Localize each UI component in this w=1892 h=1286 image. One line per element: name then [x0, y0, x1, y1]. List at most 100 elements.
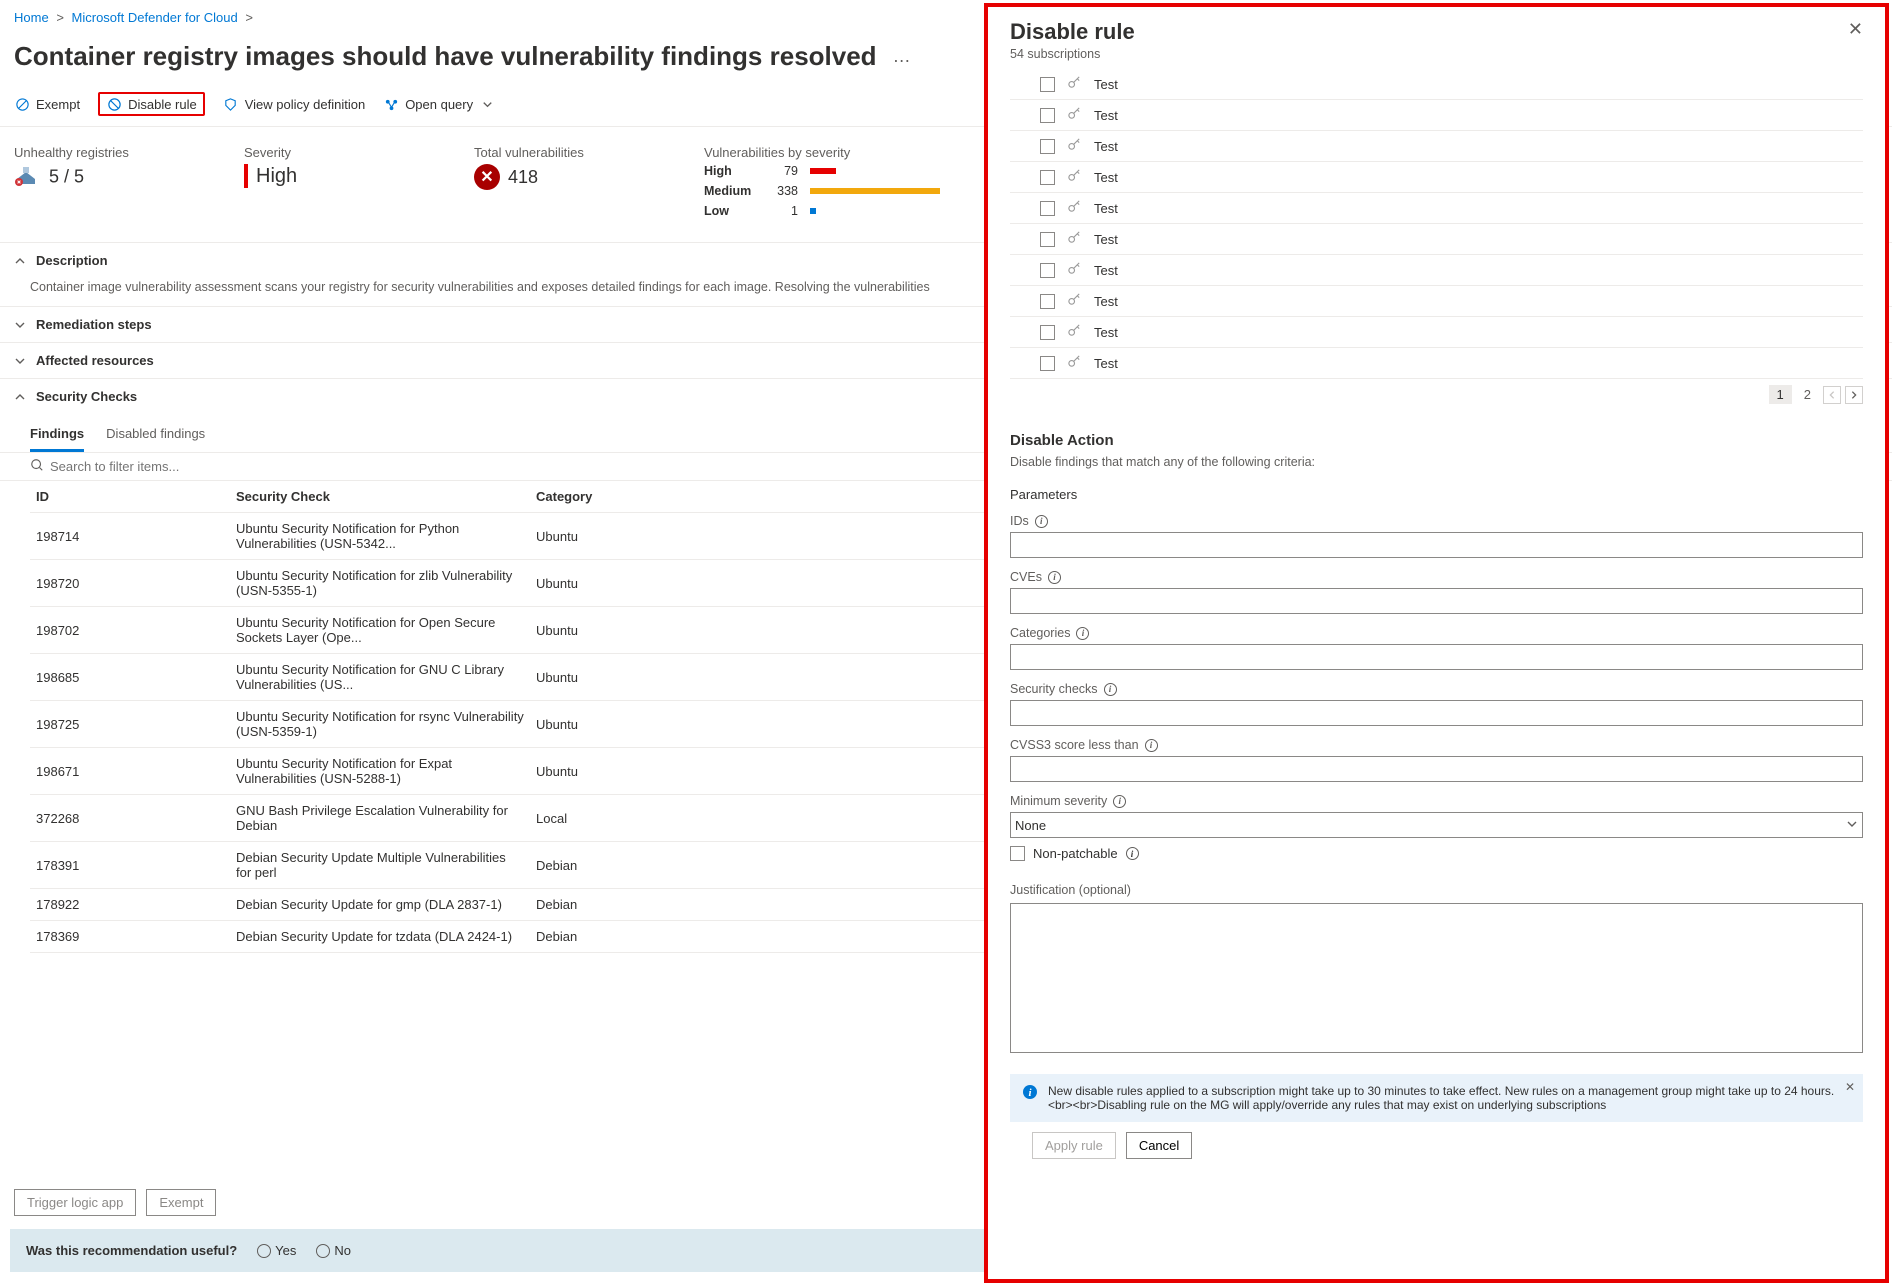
feedback-no[interactable]: No	[316, 1243, 351, 1258]
checkbox-icon[interactable]	[1040, 263, 1055, 278]
dismiss-icon[interactable]: ✕	[1845, 1080, 1855, 1094]
apply-rule-button[interactable]: Apply rule	[1032, 1132, 1116, 1159]
ids-input[interactable]	[1010, 532, 1863, 558]
info-icon[interactable]: i	[1076, 627, 1089, 640]
view-policy-label: View policy definition	[245, 97, 365, 112]
security-checks-title: Security Checks	[36, 389, 137, 404]
open-query-button[interactable]: Open query	[383, 96, 495, 112]
info-icon[interactable]: i	[1145, 739, 1158, 752]
tab-findings[interactable]: Findings	[30, 420, 84, 452]
panel-subtitle: 54 subscriptions	[1010, 47, 1135, 61]
checkbox-icon[interactable]	[1040, 356, 1055, 371]
high-count: 79	[768, 164, 798, 178]
chevron-right-icon: >	[245, 10, 253, 25]
info-icon[interactable]: i	[1113, 795, 1126, 808]
subscription-name: Test	[1094, 263, 1118, 278]
key-icon	[1067, 168, 1082, 186]
cves-input[interactable]	[1010, 588, 1863, 614]
subscription-name: Test	[1094, 170, 1118, 185]
table-cell: Ubuntu Security Notification for rsync V…	[230, 701, 530, 748]
info-text: New disable rules applied to a subscript…	[1048, 1084, 1851, 1112]
chevron-down-icon	[1846, 818, 1858, 833]
subscription-name: Test	[1094, 139, 1118, 154]
subscription-name: Test	[1094, 108, 1118, 123]
high-bar	[810, 168, 836, 174]
more-actions-button[interactable]: …	[893, 46, 913, 67]
cancel-button[interactable]: Cancel	[1126, 1132, 1192, 1159]
categories-input[interactable]	[1010, 644, 1863, 670]
subscription-row[interactable]: Test	[1010, 317, 1863, 348]
feedback-yes[interactable]: Yes	[257, 1243, 296, 1258]
query-icon	[383, 96, 399, 112]
exempt-button[interactable]: Exempt	[14, 96, 80, 112]
unhealthy-label: Unhealthy registries	[14, 145, 164, 160]
breadcrumb-defender[interactable]: Microsoft Defender for Cloud	[72, 10, 238, 25]
subscription-row[interactable]: Test	[1010, 286, 1863, 317]
table-cell: 198702	[30, 607, 230, 654]
table-cell: 198671	[30, 748, 230, 795]
col-id[interactable]: ID	[30, 481, 230, 513]
medium-count: 338	[768, 184, 798, 198]
subscription-row[interactable]: Test	[1010, 255, 1863, 286]
checkbox-icon[interactable]	[1010, 846, 1025, 861]
table-cell: Debian Security Update for gmp (DLA 2837…	[230, 889, 530, 921]
checkbox-icon[interactable]	[1040, 325, 1055, 340]
checkbox-icon[interactable]	[1040, 294, 1055, 309]
error-circle-icon: ✕	[474, 164, 500, 190]
subscription-row[interactable]: Test	[1010, 162, 1863, 193]
breadcrumb-home[interactable]: Home	[14, 10, 49, 25]
subscription-name: Test	[1094, 77, 1118, 92]
radio-icon	[316, 1244, 330, 1258]
page-2[interactable]: 2	[1796, 385, 1819, 404]
cvss-label: CVSS3 score less thani	[1010, 738, 1863, 752]
metric-severity: Severity High	[244, 145, 394, 224]
table-cell: GNU Bash Privilege Escalation Vulnerabil…	[230, 795, 530, 842]
checkbox-icon[interactable]	[1040, 108, 1055, 123]
block-icon	[106, 96, 122, 112]
checkbox-icon[interactable]	[1040, 170, 1055, 185]
min-severity-select[interactable]: None	[1010, 812, 1863, 838]
checkbox-icon[interactable]	[1040, 201, 1055, 216]
checkbox-icon[interactable]	[1040, 77, 1055, 92]
vsev-medium-row: Medium 338	[704, 184, 940, 198]
metric-vuln-by-severity: Vulnerabilities by severity High 79 Medi…	[704, 145, 940, 224]
subscription-row[interactable]: Test	[1010, 224, 1863, 255]
table-cell: 178369	[30, 921, 230, 953]
checkbox-icon[interactable]	[1040, 139, 1055, 154]
col-security-check[interactable]: Security Check	[230, 481, 530, 513]
next-page-icon[interactable]	[1845, 386, 1863, 404]
total-label: Total vulnerabilities	[474, 145, 624, 160]
page-1[interactable]: 1	[1769, 385, 1792, 404]
view-policy-button[interactable]: View policy definition	[223, 96, 365, 112]
trigger-logic-app-button[interactable]: Trigger logic app	[14, 1189, 136, 1216]
disable-rule-button[interactable]: Disable rule	[98, 92, 205, 116]
description-title: Description	[36, 253, 108, 268]
security-checks-input[interactable]	[1010, 700, 1863, 726]
info-icon[interactable]: i	[1126, 847, 1139, 860]
info-icon[interactable]: i	[1104, 683, 1117, 696]
subscription-row[interactable]: Test	[1010, 193, 1863, 224]
subscription-row[interactable]: Test	[1010, 100, 1863, 131]
info-icon[interactable]: i	[1035, 515, 1048, 528]
subscription-row[interactable]: Test	[1010, 69, 1863, 100]
info-icon[interactable]: i	[1048, 571, 1061, 584]
pager: 1 2	[1010, 379, 1863, 418]
low-count: 1	[768, 204, 798, 218]
search-input[interactable]	[50, 459, 350, 474]
justification-textarea[interactable]	[1010, 903, 1863, 1053]
shield-slash-icon	[14, 96, 30, 112]
key-icon	[1067, 199, 1082, 217]
non-patchable-row[interactable]: Non-patchable i	[1010, 846, 1863, 861]
subscription-row[interactable]: Test	[1010, 348, 1863, 379]
subscription-row[interactable]: Test	[1010, 131, 1863, 162]
tab-disabled-findings[interactable]: Disabled findings	[106, 420, 205, 452]
prev-page-icon[interactable]	[1823, 386, 1841, 404]
close-icon[interactable]: ✕	[1848, 19, 1863, 40]
exempt-bottom-button[interactable]: Exempt	[146, 1189, 216, 1216]
vuln-by-sev-label: Vulnerabilities by severity	[704, 145, 940, 160]
metric-total: Total vulnerabilities ✕ 418	[474, 145, 624, 224]
key-icon	[1067, 261, 1082, 279]
min-severity-label: Minimum severityi	[1010, 794, 1863, 808]
cvss-input[interactable]	[1010, 756, 1863, 782]
checkbox-icon[interactable]	[1040, 232, 1055, 247]
